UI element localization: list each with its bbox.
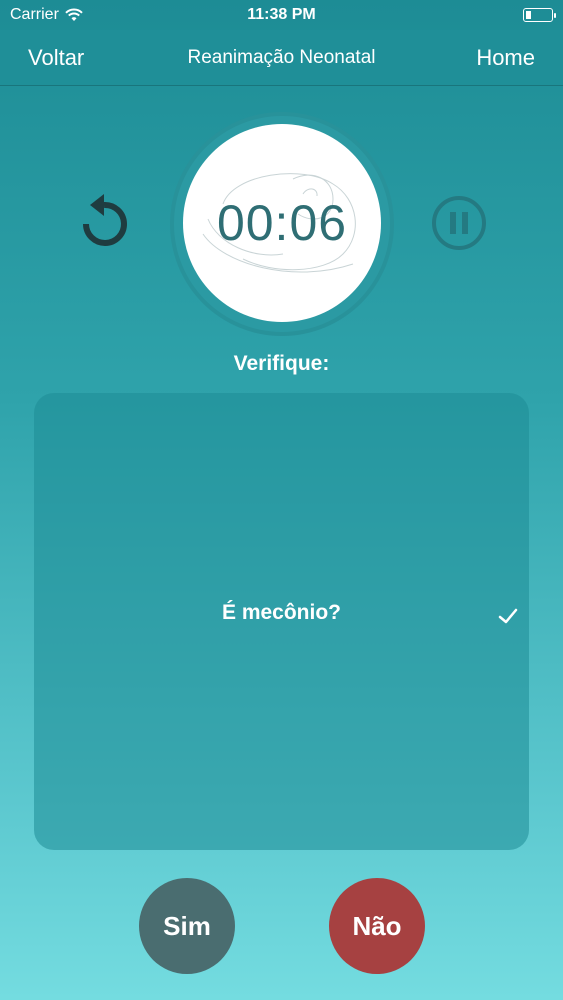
- prompt-label: Verifique:: [233, 352, 330, 375]
- reset-button[interactable]: [76, 192, 134, 254]
- nav-bar: Voltar Reanimação Neonatal Home: [0, 30, 563, 86]
- no-button[interactable]: Não: [329, 878, 425, 974]
- yes-button[interactable]: Sim: [139, 878, 235, 974]
- wifi-icon: [65, 8, 83, 21]
- status-time: 11:38 PM: [247, 6, 316, 23]
- status-bar: Carrier 11:38 PM: [0, 0, 563, 30]
- timer-face: 00:06: [183, 124, 381, 322]
- back-button[interactable]: Voltar: [28, 45, 84, 71]
- home-button[interactable]: Home: [476, 45, 535, 71]
- timer-display: 00:06: [216, 195, 348, 251]
- question-text: É mecônio?: [221, 601, 342, 624]
- pause-button[interactable]: [430, 194, 488, 252]
- carrier-label: Carrier: [10, 6, 59, 23]
- battery-icon: [523, 8, 556, 22]
- reset-icon: [83, 194, 127, 246]
- pause-icon: [432, 196, 486, 250]
- status-left: Carrier: [10, 6, 83, 24]
- question-card: É mecônio?: [34, 393, 529, 850]
- check-icon: [498, 608, 518, 624]
